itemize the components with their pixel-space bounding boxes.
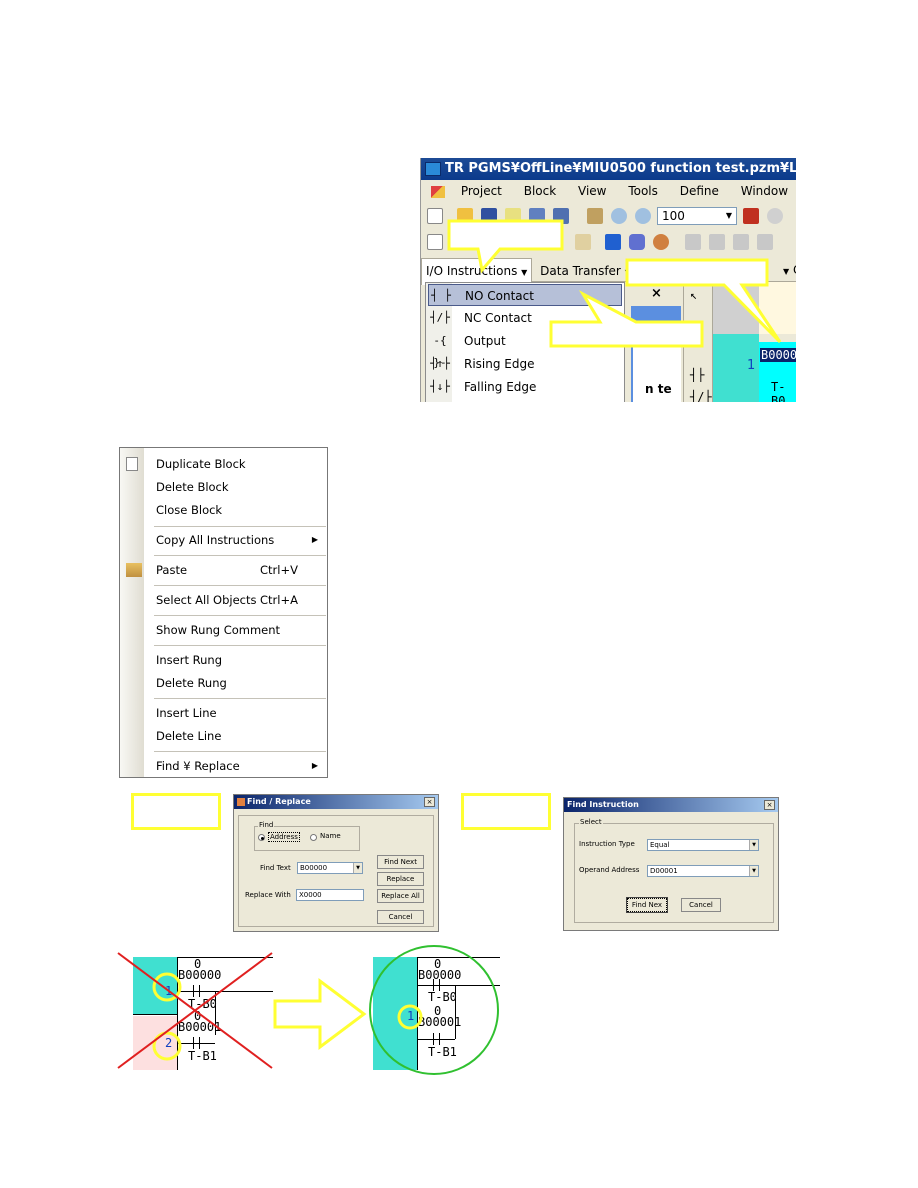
ladder-before-annotations bbox=[117, 952, 273, 1069]
cancel-button[interactable]: Cancel bbox=[377, 910, 424, 924]
item-label: Insert Line bbox=[156, 706, 217, 720]
context-menu: Duplicate Block Delete Block Close Block… bbox=[119, 447, 328, 778]
group-label: Select bbox=[579, 818, 603, 826]
address-radio-label[interactable]: Address bbox=[268, 832, 300, 842]
callout-overlay bbox=[447, 219, 782, 348]
name-radio[interactable] bbox=[310, 834, 317, 841]
replace-all-button[interactable]: Replace All bbox=[377, 889, 424, 903]
submenu-arrow-icon: ▶ bbox=[311, 761, 318, 770]
instruction-type-label: Instruction Type bbox=[579, 840, 635, 848]
dialog-title-bar: Find / Replace bbox=[234, 795, 438, 809]
find-text-label: Find Text bbox=[260, 864, 291, 872]
arrow-right-icon bbox=[273, 978, 367, 1050]
chevron-down-icon[interactable]: ▼ bbox=[749, 866, 758, 876]
item-label: Select All Objects bbox=[156, 593, 257, 607]
dialog-title: Find / Replace bbox=[247, 797, 311, 806]
callout-box bbox=[461, 793, 551, 830]
item-label: Find ¥ Replace bbox=[156, 759, 240, 773]
shortcut-label: Ctrl+A bbox=[260, 593, 298, 607]
name-radio-label[interactable]: Name bbox=[320, 832, 341, 840]
find-next-button[interactable]: Find Nex bbox=[626, 897, 668, 913]
menu-separator bbox=[154, 615, 326, 616]
highlight-circle-green bbox=[369, 945, 499, 1075]
menu-item-delete-rung[interactable]: Delete Rung bbox=[156, 672, 324, 694]
menu-separator bbox=[154, 645, 326, 646]
callout-box bbox=[549, 290, 704, 348]
menu-separator bbox=[154, 698, 326, 699]
operand-address-combobox[interactable]: D00001 ▼ bbox=[647, 865, 759, 877]
dialog-title-bar: Find Instruction bbox=[564, 798, 778, 812]
item-label: Duplicate Block bbox=[156, 457, 246, 471]
menu-item-paste[interactable]: Paste Ctrl+V bbox=[156, 559, 324, 581]
item-label: Delete Block bbox=[156, 480, 229, 494]
item-label: Copy All Instructions bbox=[156, 533, 275, 547]
item-label: Delete Rung bbox=[156, 676, 227, 690]
paste-icon bbox=[126, 563, 142, 577]
chevron-down-icon[interactable]: ▼ bbox=[749, 840, 758, 850]
replace-with-label: Replace With bbox=[245, 891, 291, 899]
find-next-button[interactable]: Find Next bbox=[377, 855, 424, 869]
app-icon bbox=[237, 797, 245, 806]
operand-address-value: D00001 bbox=[650, 867, 678, 875]
menu-gutter bbox=[120, 448, 144, 777]
menu-item-select-all-objects[interactable]: Select All Objects Ctrl+A bbox=[156, 589, 324, 611]
menu-item-close-block[interactable]: Close Block bbox=[156, 499, 324, 521]
menu-separator bbox=[154, 585, 326, 586]
menu-separator bbox=[154, 751, 326, 752]
menu-item-find-replace[interactable]: Find ¥ Replace ▶ bbox=[156, 755, 324, 777]
group-label: Find bbox=[258, 821, 275, 829]
item-label: Insert Rung bbox=[156, 653, 222, 667]
ladder-after-annotations bbox=[369, 945, 499, 1075]
menu-item-show-rung-comment[interactable]: Show Rung Comment bbox=[156, 619, 324, 641]
instruction-type-value: Equal bbox=[650, 841, 670, 849]
replace-button[interactable]: Replace bbox=[377, 872, 424, 886]
highlight-circle bbox=[152, 1031, 182, 1061]
operand-address-label: Operand Address bbox=[579, 866, 640, 874]
find-replace-dialog: Find / Replace × Find Address Name Find … bbox=[233, 794, 439, 932]
page-icon bbox=[126, 457, 138, 471]
address-radio[interactable] bbox=[258, 834, 265, 841]
replace-with-input[interactable]: X0000 bbox=[296, 889, 364, 901]
submenu-arrow-icon: ▶ bbox=[311, 535, 318, 544]
close-icon[interactable]: × bbox=[424, 797, 435, 807]
menu-item-insert-line[interactable]: Insert Line bbox=[156, 702, 324, 724]
find-instruction-dialog: Find Instruction × Select Instruction Ty… bbox=[563, 797, 779, 931]
chevron-down-icon[interactable]: ▼ bbox=[353, 863, 362, 873]
menu-item-delete-block[interactable]: Delete Block bbox=[156, 476, 324, 498]
find-text-value: B00000 bbox=[300, 864, 328, 872]
shortcut-label: Ctrl+V bbox=[260, 563, 298, 577]
cancel-button[interactable]: Cancel bbox=[681, 898, 721, 912]
item-label: Delete Line bbox=[156, 729, 222, 743]
item-label: Show Rung Comment bbox=[156, 623, 281, 637]
instruction-type-select[interactable]: Equal ▼ bbox=[647, 839, 759, 851]
callout-box bbox=[131, 793, 221, 830]
item-label: Close Block bbox=[156, 503, 223, 517]
menu-item-delete-line[interactable]: Delete Line bbox=[156, 725, 324, 747]
menu-item-insert-rung[interactable]: Insert Rung bbox=[156, 649, 324, 671]
find-text-combobox[interactable]: B00000 ▼ bbox=[297, 862, 363, 874]
item-label: Paste bbox=[156, 563, 188, 577]
menu-item-copy-all-instructions[interactable]: Copy All Instructions ▶ bbox=[156, 529, 324, 551]
callout-box bbox=[447, 219, 564, 274]
menu-item-duplicate-block[interactable]: Duplicate Block bbox=[156, 453, 324, 475]
dialog-title: Find Instruction bbox=[567, 800, 639, 809]
close-icon[interactable]: × bbox=[764, 800, 775, 810]
menu-separator bbox=[154, 526, 326, 527]
menu-separator bbox=[154, 555, 326, 556]
highlight-circle bbox=[397, 1004, 423, 1030]
